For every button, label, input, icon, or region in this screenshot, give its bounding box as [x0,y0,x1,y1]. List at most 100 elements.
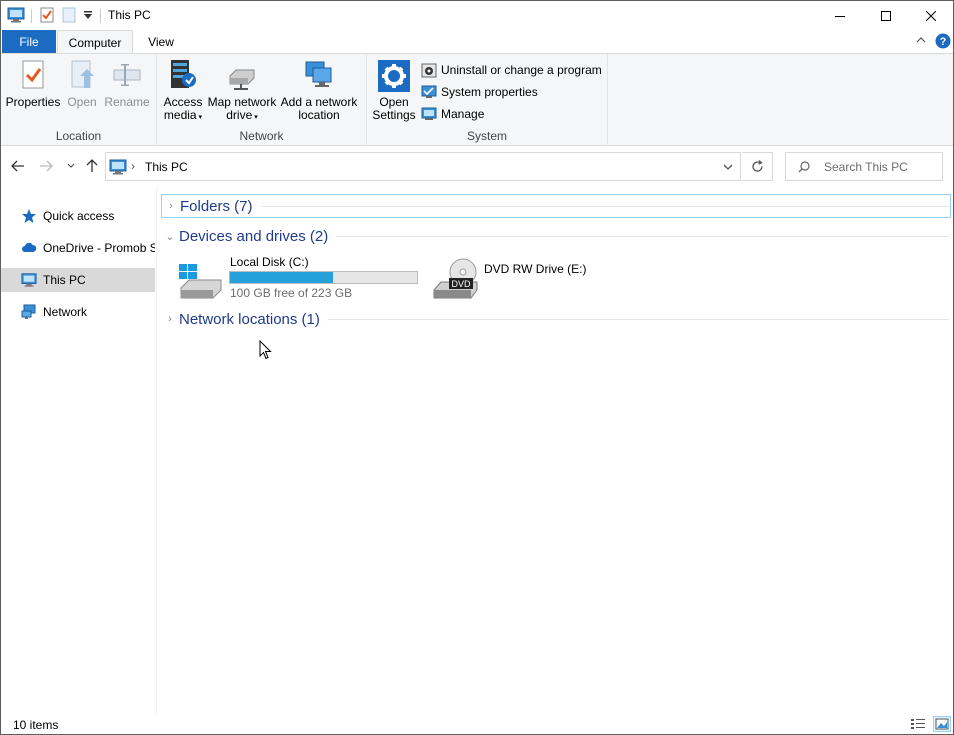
open-settings-button[interactable]: Open Settings [371,58,417,122]
nav-item-this-pc[interactable]: This PC [1,268,155,292]
ribbon-tabs: File Computer View ? [1,30,953,54]
drive-name: DVD RW Drive (E:) [484,262,587,276]
map-network-drive-button[interactable]: Map network drive ▾ [207,58,277,124]
refresh-icon [751,160,763,172]
status-bar: 10 items [1,714,953,734]
maximize-icon [880,10,891,21]
network-locations-header: Network locations (1) [179,310,320,328]
maximize-button[interactable] [863,1,908,30]
group-devices[interactable]: ⌄ Devices and drives (2) [161,224,949,248]
search-input[interactable]: Search This PC [824,160,908,174]
breadcrumb-this-pc[interactable]: This PC [145,160,188,174]
recent-locations-button[interactable] [61,156,81,176]
customize-quick-access-icon[interactable] [83,5,93,25]
uninstall-icon [421,63,437,78]
address-bar[interactable]: › This PC [105,152,741,181]
system-properties-icon [421,85,437,98]
refresh-button[interactable] [742,152,773,181]
location-group-label: Location [55,129,102,143]
item-count: 10 items [13,718,59,732]
dvd-badge: DVD [451,279,471,289]
title-bar: This PC [1,1,953,30]
group-folders[interactable]: › Folders (7) [161,194,951,218]
network-location-icon [305,61,332,87]
manage-button[interactable]: Manage [421,104,484,124]
ribbon: Properties Open Rename Location Access m… [1,53,953,146]
forward-button[interactable] [36,156,56,176]
back-button[interactable] [8,156,28,176]
close-button[interactable] [908,1,953,30]
open-button[interactable]: Open [63,58,101,109]
uninstall-program-button[interactable]: Uninstall or change a program [421,60,602,80]
drive-local-disk-c[interactable]: Local Disk (C:) 100 GB free of 223 GB [177,254,422,300]
drive-usage-fill [230,272,333,283]
properties-quick-icon[interactable] [39,5,55,25]
back-arrow-icon [11,160,24,172]
large-icons-view-button[interactable] [933,716,951,732]
devices-header: Devices and drives (2) [179,227,329,245]
tab-view[interactable]: View [135,30,187,53]
network-group-label: Network [239,129,284,143]
address-dropdown-icon[interactable] [723,164,733,171]
dropdown-arrow-icon: ▾ [252,114,258,121]
settings-gear-icon [378,60,410,92]
nav-item-label: Network [43,305,88,319]
help-button[interactable]: ? [935,33,951,52]
tab-computer[interactable]: Computer [57,30,133,54]
nav-item-label: Quick access [43,209,115,223]
dropdown-arrow-icon: ▾ [196,114,203,121]
open-settings-label-2: Settings [372,108,416,122]
map-drive-label-2: drive [226,108,253,122]
chevron-right-icon: › [168,313,172,325]
nav-item-onedrive[interactable]: OneDrive - Promob S [1,236,155,260]
group-network-locations[interactable]: › Network locations (1) [161,307,949,331]
navigation-pane: Quick access OneDrive - Promob S This PC… [1,187,157,714]
window-title: This PC [108,8,151,22]
drive-dvd-e[interactable]: DVD DVD RW Drive (E:) [431,254,601,300]
chevron-down-icon [67,163,75,168]
cloud-icon [22,242,37,252]
details-view-icon [911,719,925,729]
rename-button[interactable]: Rename [103,58,151,109]
breadcrumb-chevron-icon[interactable]: › [131,159,135,173]
properties-icon [22,60,44,89]
manage-label: Manage [441,107,485,121]
windows-drive-icon [179,264,222,299]
system-properties-label: System properties [441,85,538,99]
collapse-ribbon-button[interactable] [915,34,927,49]
ribbon-group-network: Access media ▾ Map network drive ▾ Add a… [157,54,367,146]
minimize-icon [834,15,845,17]
large-icons-view-icon [935,718,949,730]
new-folder-quick-icon[interactable] [61,5,77,25]
network-icon [21,304,36,319]
nav-item-network[interactable]: Network [1,300,155,324]
system-properties-button[interactable]: System properties [421,82,538,102]
mouse-cursor-icon [259,340,272,360]
open-icon [71,60,94,88]
minimize-button[interactable] [817,1,862,30]
tab-file[interactable]: File [2,30,56,53]
system-group-label: System [466,129,507,143]
chevron-right-icon: › [169,200,173,212]
forward-arrow-icon [40,160,53,172]
uninstall-label: Uninstall or change a program [441,63,602,77]
up-button[interactable] [82,156,102,176]
search-box[interactable]: Search This PC [785,152,943,181]
chevron-up-icon [916,37,926,43]
explorer-window: This PC File Computer View ? Properties [0,0,954,735]
map-drive-icon [229,69,255,90]
details-view-button[interactable] [910,717,926,734]
nav-item-label: This PC [43,273,86,287]
computer-app-icon[interactable] [7,5,25,25]
search-icon [798,160,810,172]
access-media-icon [171,60,196,88]
ribbon-group-system: Open Settings Uninstall or change a prog… [367,54,608,146]
access-media-label-2: media [163,108,197,122]
nav-item-quick-access[interactable]: Quick access [1,204,155,228]
folders-header: Folders (7) [180,197,253,215]
properties-button[interactable]: Properties [5,58,61,109]
add-network-location-button[interactable]: Add a network location [279,58,359,122]
ribbon-group-location: Properties Open Rename Location [1,54,157,146]
access-media-button[interactable]: Access media ▾ [161,58,205,124]
close-icon [925,10,936,21]
